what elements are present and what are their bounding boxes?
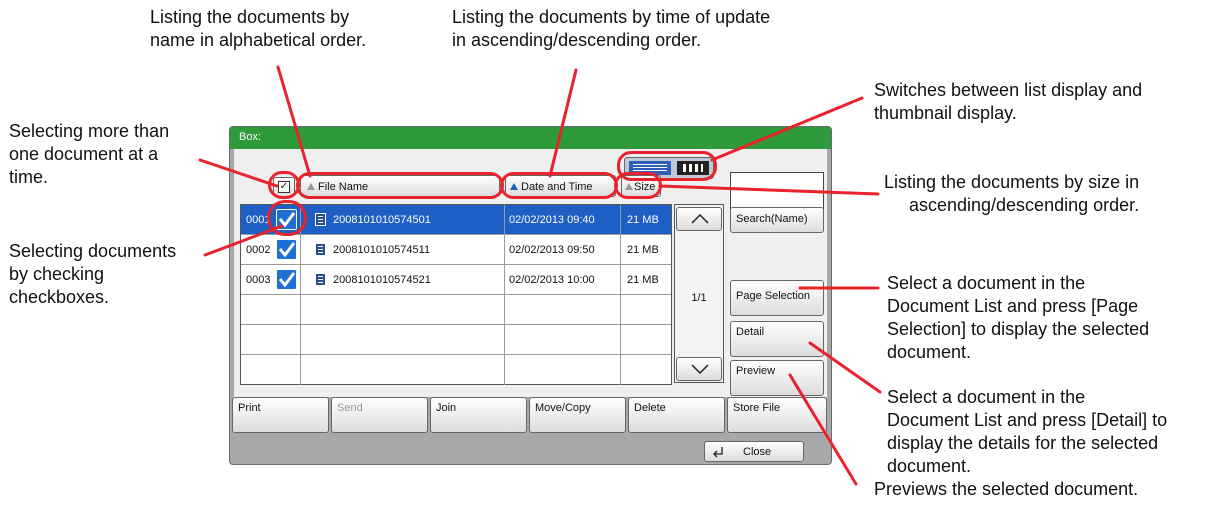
leader-lines	[198, 65, 882, 486]
